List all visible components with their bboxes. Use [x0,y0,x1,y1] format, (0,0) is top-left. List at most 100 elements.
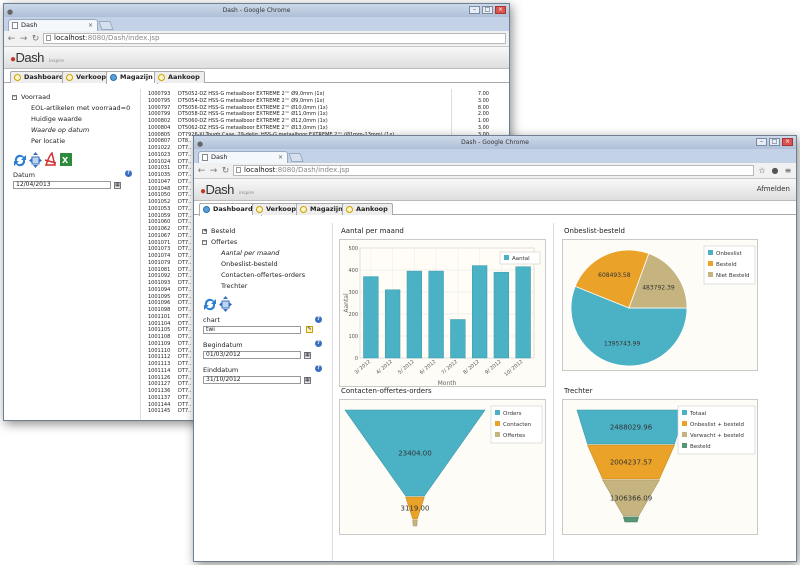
tab-magazijn[interactable]: Magazijn [106,71,158,84]
chart-field[interactable]: twi [203,326,301,334]
forward-arrow-icon[interactable]: → [209,166,218,176]
back-arrow-icon[interactable]: ← [7,34,16,44]
front-app-header: ●Dash inspire Afmelden [194,179,796,201]
excel-icon[interactable]: X [60,153,72,166]
tab-verkoop[interactable]: Verkoop [252,203,302,215]
einddatum-field[interactable]: 31/10/2012 [203,376,301,384]
begindatum-field[interactable]: 01/03/2012 [203,351,301,359]
article-id: 1001031 [148,165,171,172]
tree-group-voorraad[interactable]: Voorraad [21,93,50,101]
logo-text: Dash [205,182,235,197]
article-description: DT7.. [178,246,192,253]
article-description: DT7.. [178,226,192,232]
tab-aankoop[interactable]: Aankoop [342,203,393,215]
tree-item-onbeslist-besteld[interactable]: Onbeslist-besteld [221,260,278,268]
minimize-button[interactable]: – [756,138,767,146]
logout-link[interactable]: Afmelden [757,185,790,193]
maximize-button[interactable]: □ [769,138,780,146]
page-favicon-icon [202,154,208,161]
new-tab-button[interactable] [288,153,304,162]
legend-swatch [708,261,713,266]
close-window-button[interactable]: × [495,6,506,14]
tree-item-eol[interactable]: EOL-artikelen met voorraad=0 [31,104,130,112]
article-description: DT7.. [178,212,192,219]
address-bar[interactable]: localhost:8080/Dash/index.jsp [43,33,506,44]
calendar-icon[interactable]: ▦ [114,182,121,189]
article-quantity: 3.00 [477,97,489,104]
tree-item-per-locatie[interactable]: Per locatie [31,137,65,145]
help-icon[interactable]: ? [315,340,322,347]
back-browser-tab[interactable]: Dash × [8,19,98,31]
tab-verkoop[interactable]: Verkoop [62,71,112,83]
front-browser-tab[interactable]: Dash × [198,151,288,163]
help-icon[interactable]: ? [125,170,132,177]
x-axis-label: Month [438,380,457,387]
pencil-icon[interactable]: ✎ [306,326,313,333]
back-window-titlebar[interactable]: ● Dash - Google Chrome – □ × [4,4,509,17]
tab-aankoop[interactable]: Aankoop [154,71,205,83]
move-arrows-icon[interactable] [29,152,42,168]
chrome-menu-icon[interactable]: ≡ [783,166,793,175]
article-description: DT7.. [178,401,192,408]
new-tab-button[interactable] [98,21,114,30]
funnel-section-label: 3119.00 [401,505,430,513]
date-field[interactable]: 12/04/2013 [13,181,111,189]
article-description: DT5058-DZ HSS-G metaalboor EXTREME 2™ Ø1… [178,111,328,118]
refresh-icon[interactable] [204,298,216,311]
article-description: DT7.. [178,293,192,300]
tree-item-huidige-waarde[interactable]: Huidige waarde [31,115,82,123]
slice-label: 483792.39 [642,284,675,291]
article-quantity: 8.00 [477,104,489,111]
tree-group-offertes[interactable]: Offertes [211,238,237,246]
tab-close-icon[interactable]: × [278,152,283,163]
logo-text: Dash [15,50,45,65]
article-description: DT7.. [178,259,192,266]
legend-label: Onbeslist [716,251,742,257]
bookmark-star-icon[interactable]: ☆ [757,166,767,175]
calendar-icon[interactable]: ▦ [304,377,311,384]
x-tick-label: 5/ 2012 [397,359,416,376]
calendar-icon[interactable]: ▦ [304,352,311,359]
chart-title-contacten-offertes-orders: Contacten-offertes-orders [341,387,432,395]
legend-label: Besteld [690,444,711,450]
refresh-icon[interactable] [14,154,26,167]
article-description: DT5052-DZ HSS-G metaalboor EXTREME 2™ Ø9… [178,91,325,97]
tree-item-trechter[interactable]: Trechter [221,282,247,290]
forward-arrow-icon[interactable]: → [19,34,28,44]
close-window-button[interactable]: × [782,138,793,146]
maximize-button[interactable]: □ [482,6,493,14]
minimize-button[interactable]: – [469,6,480,14]
move-arrows-icon[interactable] [219,296,232,312]
tree-collapse-icon[interactable]: – [202,240,207,245]
article-id: 1001067 [148,232,171,239]
tree-item-contacten-offertes-orders[interactable]: Contacten-offertes-orders [221,271,305,279]
reload-icon[interactable]: ↻ [221,166,230,176]
article-id: 1001126 [148,374,171,381]
tree-expand-icon[interactable]: + [202,229,207,234]
back-window-title: Dash - Google Chrome [222,7,291,14]
tab-close-icon[interactable]: × [88,20,93,31]
tab-magazijn[interactable]: Magazijn [296,203,348,215]
back-arrow-icon[interactable]: ← [197,166,206,176]
dash-logo: ●Dash [10,50,44,65]
front-window-titlebar[interactable]: ● Dash - Google Chrome – □ × [194,136,796,149]
tree-collapse-icon[interactable]: – [12,95,17,100]
article-id: 1001052 [148,199,171,205]
extension-icon[interactable]: ● [770,166,780,175]
article-id: 1001048 [148,185,171,192]
address-bar[interactable]: localhost:8080/Dash/index.jsp [233,165,754,176]
pdf-icon[interactable] [44,152,57,166]
reload-icon[interactable]: ↻ [31,34,40,44]
tree-group-besteld[interactable]: Besteld [211,227,235,235]
chart-title-aantal-per-maand: Aantal per maand [341,227,404,235]
help-icon[interactable]: ? [315,316,322,323]
article-description: DT7.. [178,354,192,361]
article-description: DT7.. [178,165,192,172]
page-icon [236,167,241,173]
article-description: DT5056-DZ HSS-G metaalboor EXTREME 2™ Ø1… [178,104,328,111]
help-icon[interactable]: ? [315,365,322,372]
tree-item-aantal-per-maand[interactable]: Aantal per maand [221,249,279,257]
page-icon [46,35,51,41]
tree-item-waarde-op-datum[interactable]: Waarde op datum [31,126,89,134]
aankoop-icon [158,74,165,81]
